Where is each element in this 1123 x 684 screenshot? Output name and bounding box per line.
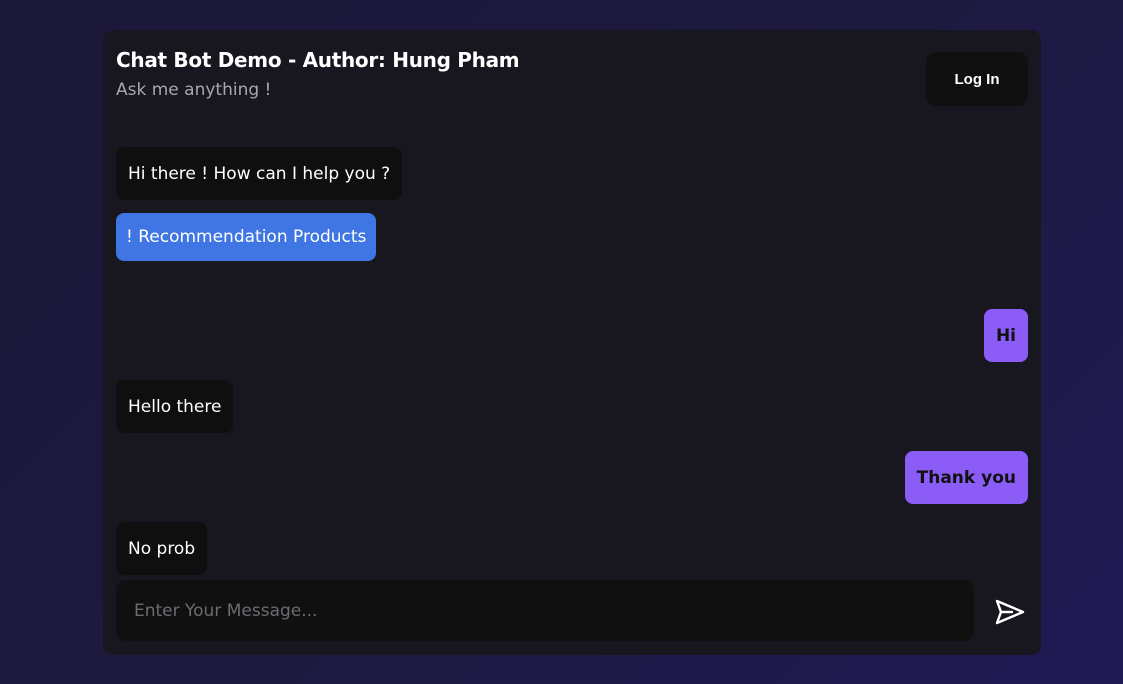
- bot-message: Hi there ! How can I help you ?: [116, 147, 403, 200]
- message-input[interactable]: [116, 580, 974, 641]
- bot-message: Hello there: [116, 380, 234, 433]
- bot-message: No prob: [116, 522, 208, 575]
- user-message: Thank you: [904, 451, 1028, 504]
- chat-subtitle: Ask me anything !: [116, 80, 272, 100]
- chat-panel: Chat Bot Demo - Author: Hung Pham Ask me…: [103, 30, 1041, 655]
- user-message: Hi: [983, 309, 1028, 362]
- send-icon: [995, 599, 1025, 625]
- message-input-container: [116, 580, 974, 641]
- login-button[interactable]: Log In: [926, 52, 1028, 106]
- send-button[interactable]: [994, 596, 1026, 628]
- chat-title: Chat Bot Demo - Author: Hung Pham: [116, 48, 520, 72]
- recommendation-products-button[interactable]: ! Recommendation Products: [116, 213, 377, 261]
